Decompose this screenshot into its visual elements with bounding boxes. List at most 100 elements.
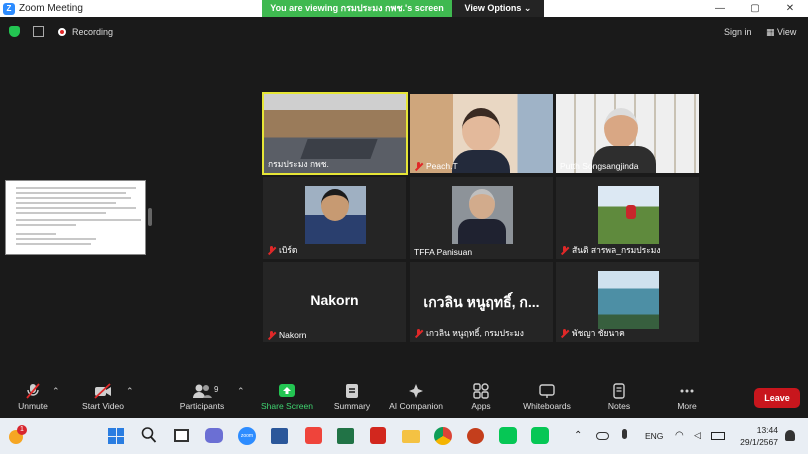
person-figure <box>626 205 636 219</box>
participant-name: Peach.T <box>426 161 458 171</box>
notes-icon <box>613 383 625 399</box>
person-head <box>469 189 495 219</box>
powerpoint-icon[interactable] <box>467 428 484 444</box>
file-explorer-icon[interactable] <box>402 430 420 443</box>
mic-muted-icon <box>267 245 276 255</box>
share-screen-label: Share Screen <box>261 401 313 411</box>
summary-icon <box>346 384 358 398</box>
profile-picture <box>598 271 659 329</box>
participant-tile[interactable]: กรมประมง กพช. <box>262 92 408 175</box>
start-menu-icon[interactable] <box>108 428 124 444</box>
participants-options-chevron[interactable]: ⌃ <box>237 386 245 397</box>
participants-label: Participants <box>179 401 225 411</box>
restore-button[interactable]: ▢ <box>740 0 770 17</box>
participant-tile[interactable]: Nakorn Nakorn <box>263 262 406 342</box>
audio-options-chevron[interactable]: ⌃ <box>52 386 60 397</box>
person-head <box>462 108 500 152</box>
sign-in-button[interactable]: Sign in <box>724 27 752 37</box>
speaker-icon[interactable]: ◁ <box>694 430 701 441</box>
whiteboards-button[interactable]: Whiteboards <box>518 383 576 417</box>
whiteboard-icon <box>539 384 555 398</box>
participant-name-label: Peach.T <box>414 161 458 171</box>
participants-button[interactable]: Participants <box>176 383 228 417</box>
participant-name-label: Nakorn <box>267 330 306 340</box>
excel-icon[interactable] <box>337 428 354 444</box>
summary-label: Summary <box>333 401 371 411</box>
language-indicator[interactable]: ENG <box>645 431 663 441</box>
close-button[interactable]: ✕ <box>775 0 805 17</box>
participant-name-label: กรมประมง กพช. <box>268 157 329 171</box>
viewing-message: You are viewing กรมประมง กพช.'s screen <box>262 0 452 17</box>
participant-name: TFFA Panisuan <box>414 247 473 257</box>
participant-name-label: เบิร์ด <box>267 243 297 257</box>
apps-button[interactable]: Apps <box>462 383 500 417</box>
onedrive-icon[interactable] <box>596 432 609 440</box>
line-app-icon-2[interactable] <box>531 427 549 444</box>
wifi-icon[interactable]: ◠ <box>675 430 684 441</box>
meeting-info-icon[interactable] <box>33 26 44 37</box>
participant-tile[interactable]: Peach.T <box>410 94 553 173</box>
whiteboards-label: Whiteboards <box>523 401 571 411</box>
more-button[interactable]: More <box>668 383 706 417</box>
word-icon[interactable] <box>271 428 288 444</box>
battery-icon[interactable] <box>711 432 725 440</box>
participant-name: เบิร์ด <box>279 245 298 255</box>
mic-muted-icon <box>560 245 569 255</box>
participant-tile[interactable]: TFFA Panisuan <box>410 177 553 259</box>
zoom-app-icon[interactable]: zoom <box>238 427 256 445</box>
start-video-button[interactable]: Start Video <box>78 383 128 417</box>
person-body <box>452 150 510 173</box>
clock-date[interactable]: 29/1/2567 <box>730 437 778 447</box>
ai-companion-label: AI Companion <box>389 401 443 411</box>
participant-name: Nakorn <box>279 330 307 340</box>
minimize-button[interactable]: — <box>705 0 735 17</box>
ai-companion-button[interactable]: AI Companion <box>386 383 446 417</box>
apps-label: Apps <box>471 401 491 411</box>
participant-tile[interactable]: เกวลิน หนูฤทธิ์, ก... เกวลิน หนูฤทธิ์, ก… <box>410 262 553 342</box>
share-screen-icon <box>279 384 295 397</box>
task-view-icon[interactable] <box>174 429 189 442</box>
shared-screen-thumbnail[interactable] <box>5 180 146 255</box>
video-off-icon <box>94 383 111 399</box>
microphone-muted-icon <box>26 383 40 399</box>
share-screen-button[interactable]: Share Screen <box>258 383 316 417</box>
notification-bell-icon[interactable] <box>785 430 795 441</box>
unmute-button[interactable]: Unmute <box>10 383 56 417</box>
window-title: Zoom Meeting <box>19 3 83 14</box>
acrobat-icon[interactable] <box>370 427 386 444</box>
person-head <box>321 189 349 221</box>
video-options-chevron[interactable]: ⌃ <box>126 386 134 397</box>
start-video-label: Start Video <box>82 401 124 411</box>
participant-name-label: Putth Songsangjinda <box>560 161 638 171</box>
participants-count: 9 <box>214 385 219 394</box>
participant-tile[interactable]: เบิร์ด <box>263 177 406 259</box>
shield-icon[interactable] <box>9 26 20 37</box>
line-app-icon[interactable] <box>499 427 517 444</box>
participant-tile[interactable]: Putth Songsangjinda <box>556 94 699 173</box>
view-options-button[interactable]: View Options ⌄ <box>452 0 544 17</box>
notes-button[interactable]: Notes <box>600 383 638 417</box>
meeting-header: Recording Sign in ▦ View <box>0 17 808 45</box>
tray-chevron-icon[interactable]: ⌃ <box>574 430 582 441</box>
participant-tile[interactable]: พัชญา ชัยนาค <box>556 262 699 342</box>
split-drag-handle[interactable] <box>148 208 152 226</box>
teams-chat-icon[interactable] <box>205 428 223 443</box>
participant-name: สันติ สารพล_กรมประมง <box>572 245 661 255</box>
leave-button[interactable]: Leave <box>754 388 800 408</box>
notes-label: Notes <box>607 401 631 411</box>
chrome-icon[interactable] <box>434 427 452 445</box>
anydesk-icon[interactable] <box>305 427 322 444</box>
recording-icon <box>58 28 66 36</box>
participant-name-label: TFFA Panisuan <box>414 247 472 257</box>
microphone-tray-icon[interactable] <box>622 429 627 439</box>
participant-name-label: พัชญา ชัยนาค <box>560 326 625 340</box>
participants-icon <box>193 384 212 398</box>
clock-time[interactable]: 13:44 <box>742 425 778 435</box>
view-button[interactable]: ▦ View <box>766 27 796 38</box>
search-icon[interactable] <box>141 426 157 444</box>
participant-tile[interactable]: สันติ สารพล_กรมประมง <box>556 177 699 259</box>
participant-name-label: เกวลิน หนูฤทธิ์, กรมประมง <box>414 326 524 340</box>
notification-badge: 1 <box>17 425 27 435</box>
summary-button[interactable]: Summary <box>328 383 376 417</box>
view-label: View <box>777 27 797 37</box>
